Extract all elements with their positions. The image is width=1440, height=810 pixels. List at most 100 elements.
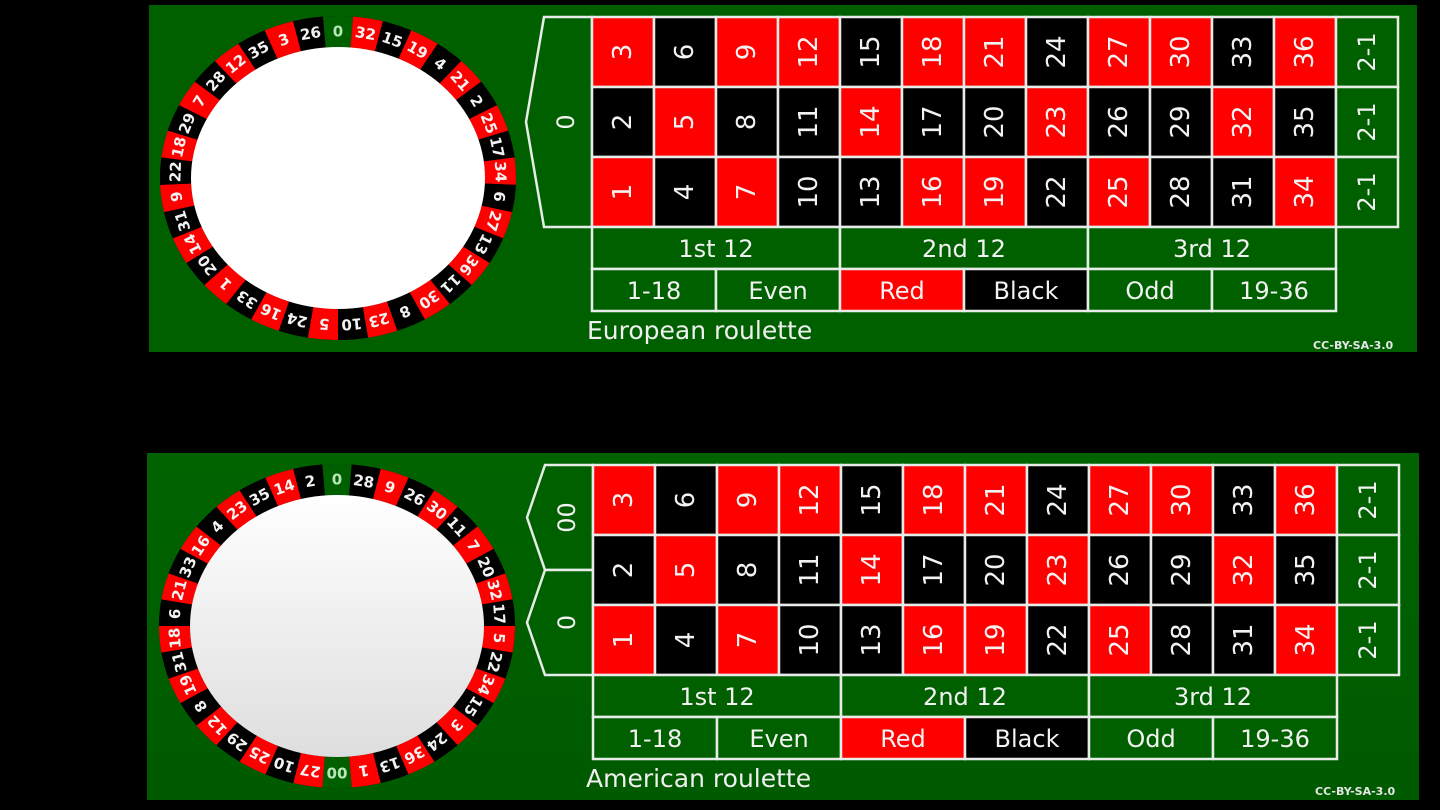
number-cell[interactable]: 4	[652, 155, 718, 229]
number-cell[interactable]: 34	[1272, 155, 1338, 229]
number-cell[interactable]: 29	[1149, 533, 1215, 607]
zero-cell[interactable]: 0	[525, 568, 595, 677]
number-cell[interactable]: 32	[1210, 85, 1276, 159]
number-cell[interactable]: 11	[776, 85, 842, 159]
number-cell[interactable]: 5	[653, 533, 719, 607]
number-cell[interactable]: 6	[653, 463, 719, 537]
number-cell[interactable]: 28	[1148, 155, 1214, 229]
number-cell[interactable]: 33	[1211, 463, 1277, 537]
number-cell[interactable]: 21	[963, 463, 1029, 537]
number-cell[interactable]: 33	[1210, 15, 1276, 89]
dozen-bet-cell[interactable]: 3rd 12	[1087, 673, 1339, 719]
dozen-bet-cell[interactable]: 3rd 12	[1086, 225, 1338, 271]
number-cell[interactable]: 15	[839, 463, 905, 537]
column-bet-cell[interactable]: 2-1	[1334, 155, 1400, 229]
number-cell[interactable]: 23	[1025, 533, 1091, 607]
number-cell[interactable]: 29	[1148, 85, 1214, 159]
number-cell[interactable]: 11	[777, 533, 843, 607]
number-cell[interactable]: 18	[900, 15, 966, 89]
number-cell[interactable]: 2	[591, 533, 657, 607]
number-cell[interactable]: 23	[1024, 85, 1090, 159]
number-cell[interactable]: 22	[1025, 603, 1091, 677]
double-zero-cell[interactable]: 00	[525, 463, 595, 572]
number-cell[interactable]: 13	[839, 603, 905, 677]
number-cell[interactable]: 24	[1025, 463, 1091, 537]
number-cell[interactable]: 4	[653, 603, 719, 677]
number-cell[interactable]: 3	[590, 15, 656, 89]
number-cell[interactable]: 21	[962, 15, 1028, 89]
number-cell[interactable]: 18	[901, 463, 967, 537]
outside-bet-19-36[interactable]: 19-36	[1211, 715, 1339, 761]
number-cell[interactable]: 27	[1087, 463, 1153, 537]
dozen-bet-cell[interactable]: 2nd 12	[838, 225, 1090, 271]
number-cell[interactable]: 14	[839, 533, 905, 607]
number-cell[interactable]: 9	[714, 15, 780, 89]
number-cell[interactable]: 17	[900, 85, 966, 159]
outside-bet-19-36[interactable]: 19-36	[1210, 267, 1338, 313]
dozen-bet-cell[interactable]: 2nd 12	[839, 673, 1091, 719]
number-cell[interactable]: 36	[1272, 15, 1338, 89]
number-cell[interactable]: 34	[1273, 603, 1339, 677]
zero-cell[interactable]: 0	[524, 15, 594, 229]
outside-bet-black[interactable]: Black	[963, 715, 1091, 761]
number-cell[interactable]: 30	[1149, 463, 1215, 537]
number-cell[interactable]: 19	[963, 603, 1029, 677]
number-cell[interactable]: 28	[1149, 603, 1215, 677]
number-cell[interactable]: 35	[1273, 533, 1339, 607]
number-cell[interactable]: 7	[715, 603, 781, 677]
number-cell[interactable]: 1	[590, 155, 656, 229]
outside-bet-red[interactable]: Red	[838, 267, 966, 313]
number-cell[interactable]: 9	[715, 463, 781, 537]
number-cell[interactable]: 26	[1086, 85, 1152, 159]
outside-bet-odd[interactable]: Odd	[1086, 267, 1214, 313]
number-cell[interactable]: 24	[1024, 15, 1090, 89]
number-cell[interactable]: 3	[591, 463, 657, 537]
number-cell[interactable]: 8	[714, 85, 780, 159]
column-bet-cell[interactable]: 2-1	[1335, 463, 1401, 537]
number-cell[interactable]: 12	[776, 15, 842, 89]
number-cell[interactable]: 25	[1086, 155, 1152, 229]
number-cell[interactable]: 26	[1087, 533, 1153, 607]
outside-bet-1-18[interactable]: 1-18	[590, 267, 718, 313]
number-cell[interactable]: 13	[838, 155, 904, 229]
number-cell[interactable]: 27	[1086, 15, 1152, 89]
number-cell[interactable]: 12	[777, 463, 843, 537]
number-cell[interactable]: 5	[652, 85, 718, 159]
outside-bet-even[interactable]: Even	[715, 715, 843, 761]
number-cell[interactable]: 25	[1087, 603, 1153, 677]
dozen-bet-cell[interactable]: 1st 12	[591, 673, 843, 719]
number-cell[interactable]: 20	[963, 533, 1029, 607]
number-cell[interactable]: 2	[590, 85, 656, 159]
number-cell[interactable]: 6	[652, 15, 718, 89]
number-cell[interactable]: 16	[900, 155, 966, 229]
outside-bet-black[interactable]: Black	[962, 267, 1090, 313]
number-cell[interactable]: 17	[901, 533, 967, 607]
number-cell[interactable]: 1	[591, 603, 657, 677]
number-cell[interactable]: 7	[714, 155, 780, 229]
number-cell[interactable]: 16	[901, 603, 967, 677]
dozen-bet-cell[interactable]: 1st 12	[590, 225, 842, 271]
number-cell[interactable]: 8	[715, 533, 781, 607]
number-cell[interactable]: 20	[962, 85, 1028, 159]
number-label: 18	[919, 483, 949, 516]
number-cell[interactable]: 35	[1272, 85, 1338, 159]
number-cell[interactable]: 36	[1273, 463, 1339, 537]
number-cell[interactable]: 31	[1210, 155, 1276, 229]
column-bet-cell[interactable]: 2-1	[1335, 533, 1401, 607]
number-cell[interactable]: 10	[776, 155, 842, 229]
outside-bet-red[interactable]: Red	[839, 715, 967, 761]
number-cell[interactable]: 19	[962, 155, 1028, 229]
outside-bet-even[interactable]: Even	[714, 267, 842, 313]
number-cell[interactable]: 22	[1024, 155, 1090, 229]
outside-bet-1-18[interactable]: 1-18	[591, 715, 719, 761]
number-cell[interactable]: 14	[838, 85, 904, 159]
outside-bet-odd[interactable]: Odd	[1087, 715, 1215, 761]
number-cell[interactable]: 10	[777, 603, 843, 677]
number-cell[interactable]: 15	[838, 15, 904, 89]
column-bet-cell[interactable]: 2-1	[1334, 15, 1400, 89]
number-cell[interactable]: 32	[1211, 533, 1277, 607]
column-bet-cell[interactable]: 2-1	[1335, 603, 1401, 677]
column-bet-cell[interactable]: 2-1	[1334, 85, 1400, 159]
number-cell[interactable]: 30	[1148, 15, 1214, 89]
number-cell[interactable]: 31	[1211, 603, 1277, 677]
